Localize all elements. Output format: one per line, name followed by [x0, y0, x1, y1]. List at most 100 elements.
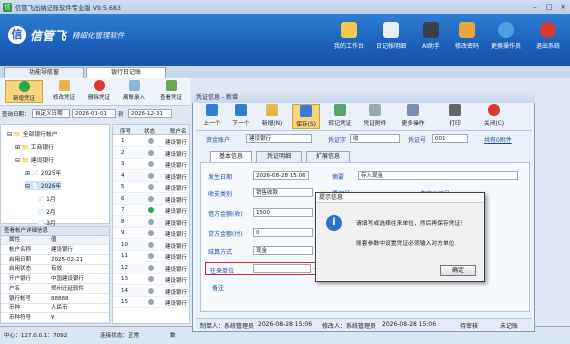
row-account: 建设银行 — [165, 151, 188, 158]
row-index: 6 — [121, 195, 125, 202]
tab-bank-journal[interactable]: 银行日记账 — [86, 67, 166, 78]
voucher-no-input[interactable]: 001 — [432, 134, 468, 143]
property-row: 币种符号 ¥ — [1, 314, 109, 323]
table-row[interactable]: 10 建设银行 — [113, 239, 189, 251]
table-row[interactable]: 5 建设银行 — [113, 182, 189, 193]
debit-input[interactable]: 1500 — [253, 208, 313, 217]
property-row: 币种 人民币 — [1, 304, 109, 314]
view-voucher-button[interactable]: 查看凭证 — [154, 80, 188, 101]
row-index: 15 — [121, 299, 128, 305]
row-index: 11 — [121, 253, 128, 259]
date-from-input[interactable]: 2026-01-01 — [72, 109, 116, 118]
offline-entry-button[interactable]: 离账录入 — [118, 80, 150, 101]
ledger-detail-button[interactable]: 日记帐明细 — [369, 22, 413, 50]
tree-root[interactable]: ⊟ 📁 全部银行帐户 — [7, 129, 58, 138]
prompt-dialog: 提示信息 i 请填写或选择往来单位，然后再保存凭证！ 账套参数中设置凭证必须输入… — [315, 192, 485, 282]
save-button[interactable]: 保存(S) — [292, 104, 320, 129]
summary-input[interactable]: 存入现金 — [358, 171, 518, 180]
row-account: 建设银行 — [165, 186, 188, 192]
tree-item-icbc[interactable]: ⊞ 📁 工商银行 — [15, 142, 54, 151]
transfer-voucher-button[interactable]: 转记凭证 — [325, 104, 355, 127]
method-select[interactable]: 现金 — [253, 246, 313, 255]
status-dot-icon — [148, 276, 154, 282]
table-row[interactable]: 7 建设银行 — [113, 205, 189, 216]
transfer-icon — [334, 104, 346, 116]
tab-voucher-detail[interactable]: 凭证明细 — [256, 151, 302, 162]
edit-voucher-button[interactable]: 修改凭证 — [48, 80, 80, 101]
status-dot-icon — [148, 299, 154, 305]
switch-operator-button[interactable]: 更换操作员 — [484, 22, 528, 50]
tree-item-2025[interactable]: ⊞ 📄 2025年 — [25, 168, 61, 177]
toolbar-divider — [196, 130, 532, 131]
table-row[interactable]: 12 建设银行 — [113, 262, 189, 274]
property-key: 启用日期 — [9, 256, 32, 263]
maximize-icon[interactable]: □ — [542, 2, 556, 12]
account-select[interactable]: 建设银行 — [246, 134, 312, 143]
table-row[interactable]: 15 建设银行 — [113, 297, 189, 308]
tree-item-feb[interactable]: 📄 2月 — [37, 207, 56, 216]
new-doc-icon — [266, 104, 278, 116]
workbench-icon — [341, 22, 357, 38]
tree-item-jan[interactable]: 📄 1月 — [37, 194, 56, 203]
table-row[interactable]: 1 建设银行 — [113, 136, 189, 147]
row-account: 建设银行 — [165, 255, 188, 261]
col-account: 账户名 — [170, 129, 187, 135]
property-row: 户名 郑州迁延软件 — [1, 285, 109, 294]
next-button[interactable]: 下一个 — [228, 104, 254, 127]
voucher-word-select[interactable]: 收 — [350, 134, 400, 143]
row-account: 建设银行 — [165, 232, 188, 238]
row-account: 建设银行 — [165, 197, 188, 204]
new-voucher-button[interactable]: 新增凭证 — [5, 80, 43, 103]
arrow-down-icon — [235, 104, 247, 116]
attachments-link[interactable]: 共有0附件 — [484, 135, 512, 144]
table-row[interactable]: 2 建设银行 — [113, 147, 189, 159]
date-to-input[interactable]: 2026-12-31 — [128, 109, 172, 118]
server-status: 中心：127.0.0.1：7092 — [4, 333, 68, 339]
table-row[interactable]: 14 建设银行 — [113, 285, 189, 297]
table-row[interactable]: 9 建设银行 — [113, 228, 189, 239]
more-actions-button[interactable]: 更多操作 — [396, 104, 430, 127]
add-icon — [18, 81, 30, 92]
status-dot-icon — [148, 241, 154, 248]
unit-label: 往来单位 — [210, 268, 235, 275]
ok-button[interactable]: 确定 — [440, 265, 476, 276]
close-button[interactable]: 关闭(C) — [478, 104, 510, 127]
table-row[interactable]: 13 建设银行 — [113, 274, 189, 285]
workbench-button[interactable]: 我的工作台 — [327, 22, 371, 50]
new-button[interactable]: 新增(N) — [258, 104, 286, 127]
tab-navigation[interactable]: 功能导航窗 — [4, 67, 84, 78]
tree-item-ccb[interactable]: ⊟ 📁 建设银行 — [15, 155, 54, 164]
prev-button[interactable]: 上一个 — [199, 104, 225, 127]
unit-input[interactable] — [253, 264, 311, 273]
view-icon — [165, 80, 177, 91]
property-value: 88888 — [51, 295, 69, 302]
table-row[interactable]: 11 建设银行 — [113, 251, 189, 262]
property-key: 银行帐号 — [9, 295, 32, 302]
date-range-select[interactable]: 自定义日期 — [32, 109, 70, 118]
table-row[interactable]: 8 建设银行 — [113, 216, 189, 228]
category-select[interactable]: 销售收款 — [253, 188, 313, 197]
post-status: 未记账 — [500, 323, 519, 330]
tree-item-2026[interactable]: ⊟ 📄 2026年 — [25, 181, 62, 190]
exit-icon — [540, 22, 556, 38]
delete-voucher-button[interactable]: 删除凭证 — [84, 80, 114, 101]
change-password-button[interactable]: 修改密码 — [445, 22, 489, 50]
close-icon[interactable]: × — [556, 2, 570, 12]
exit-button[interactable]: 退出系统 — [526, 22, 570, 50]
table-row[interactable]: 6 建设银行 — [113, 193, 189, 205]
credit-label: 贷方金额(付) — [208, 231, 243, 238]
date-input[interactable]: 2026-08-28 15:06 — [253, 171, 309, 180]
table-row[interactable]: 4 建设银行 — [113, 170, 189, 182]
minimize-icon[interactable]: – — [528, 2, 542, 12]
delete-icon — [93, 80, 105, 91]
tab-extended-info[interactable]: 扩展信息 — [306, 151, 350, 162]
method-label: 结算方式 — [208, 249, 233, 256]
creator: 制单人：系统管理员 — [200, 323, 255, 330]
change-password-icon — [459, 22, 475, 38]
attachment-button[interactable]: 凭证附件 — [360, 104, 390, 127]
table-row[interactable]: 3 建设银行 — [113, 159, 189, 170]
credit-input[interactable]: 0 — [253, 228, 313, 237]
print-button[interactable]: 打印 — [440, 104, 470, 127]
status-cut: 数 — [170, 333, 176, 339]
tab-basic-info[interactable]: 基本信息 — [210, 151, 252, 162]
